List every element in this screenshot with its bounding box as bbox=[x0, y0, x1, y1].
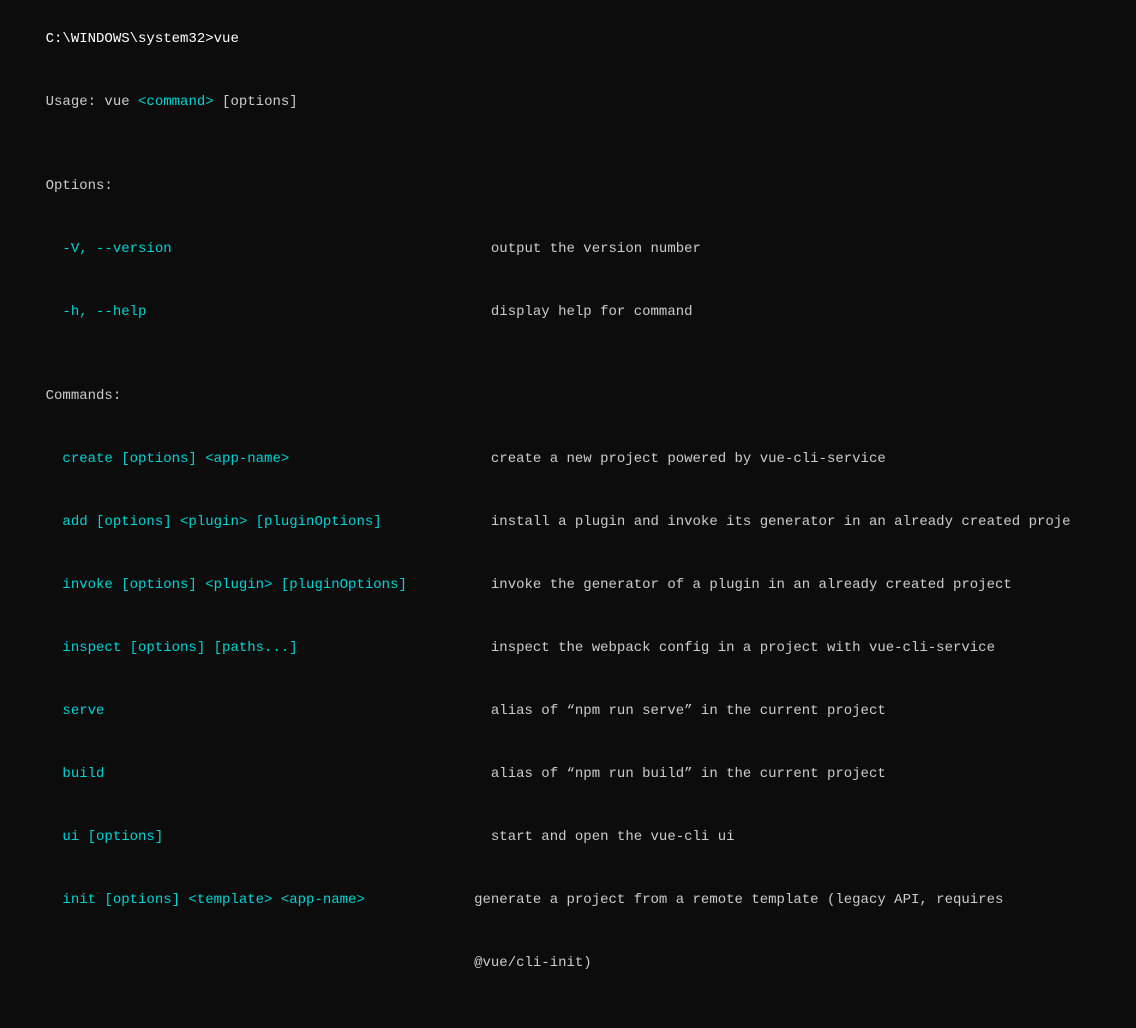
option-version-left: -V, --version bbox=[46, 241, 491, 257]
blank-line-1 bbox=[12, 134, 1124, 155]
cmd-inspect-left: inspect [options] [paths...] bbox=[46, 640, 491, 656]
cmd-serve: serve alias of “npm run serve” in the cu… bbox=[12, 680, 1124, 743]
option-help-left: -h, --help bbox=[46, 304, 491, 320]
option-help-right: display help for command bbox=[491, 304, 693, 320]
cmd-serve-left: serve bbox=[46, 703, 491, 719]
cmd-ui: ui [options] start and open the vue-cli … bbox=[12, 806, 1124, 869]
cmd-invoke: invoke [options] <plugin> [pluginOptions… bbox=[12, 554, 1124, 617]
cmd-inspect: inspect [options] [paths...] inspect the… bbox=[12, 617, 1124, 680]
option-version: -V, --version output the version number bbox=[12, 218, 1124, 281]
cmd-config: config [options] [value] inspect and mod… bbox=[12, 1016, 1124, 1028]
cmd-ui-right: start and open the vue-cli ui bbox=[491, 829, 735, 845]
blank-line-2 bbox=[12, 344, 1124, 365]
cmd-add: add [options] <plugin> [pluginOptions] i… bbox=[12, 491, 1124, 554]
cmd-build-left: build bbox=[46, 766, 491, 782]
cmd-init-right: generate a project from a remote templat… bbox=[474, 892, 1003, 908]
cmd-init: init [options] <template> <app-name> gen… bbox=[12, 869, 1124, 932]
cmd-add-left: add [options] <plugin> [pluginOptions] bbox=[46, 514, 491, 530]
cmd-create-right: create a new project powered by vue-cli-… bbox=[491, 451, 886, 467]
options-header: Options: bbox=[12, 155, 1124, 218]
prompt-text: C:\WINDOWS\system32>vue bbox=[46, 31, 239, 47]
terminal-window: C:\WINDOWS\system32>vue Usage: vue <comm… bbox=[12, 8, 1124, 1028]
prompt-line: C:\WINDOWS\system32>vue bbox=[12, 8, 1124, 71]
cmd-inspect-right: inspect the webpack config in a project … bbox=[491, 640, 995, 656]
cmd-create: create [options] <app-name> create a new… bbox=[12, 428, 1124, 491]
option-help: -h, --help display help for command bbox=[12, 281, 1124, 344]
cmd-init-left: init [options] <template> <app-name> bbox=[46, 892, 474, 908]
cmd-ui-left: ui [options] bbox=[46, 829, 491, 845]
option-version-right: output the version number bbox=[491, 241, 701, 257]
usage-options: [options] bbox=[214, 94, 298, 110]
usage-line: Usage: vue <command> [options] bbox=[12, 71, 1124, 134]
commands-header: Commands: bbox=[12, 365, 1124, 428]
cmd-create-left: create [options] <app-name> bbox=[46, 451, 491, 467]
cmd-add-right: install a plugin and invoke its generato… bbox=[491, 514, 1071, 530]
cmd-invoke-right: invoke the generator of a plugin in an a… bbox=[491, 577, 1012, 593]
cmd-invoke-left: invoke [options] <plugin> [pluginOptions… bbox=[46, 577, 491, 593]
cmd-build: build alias of “npm run build” in the cu… bbox=[12, 743, 1124, 806]
cmd-init-cont-spacer bbox=[46, 955, 474, 971]
cmd-init-cont: @vue/cli-init) bbox=[12, 932, 1124, 995]
cmd-build-right: alias of “npm run build” in the current … bbox=[491, 766, 886, 782]
usage-label: Usage: vue bbox=[46, 94, 138, 110]
usage-command: <command> bbox=[138, 94, 214, 110]
blank-line-3 bbox=[12, 995, 1124, 1016]
cmd-init-cont-text: @vue/cli-init) bbox=[474, 955, 592, 971]
cmd-serve-right: alias of “npm run serve” in the current … bbox=[491, 703, 886, 719]
